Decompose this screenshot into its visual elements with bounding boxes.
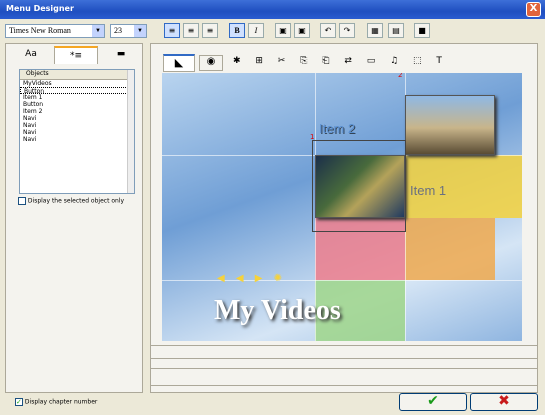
bring-front-button[interactable]: ▣ [275, 23, 291, 38]
display-chapter-label: Display chapter number [24, 398, 98, 406]
grid-icon: ▦ [371, 26, 379, 35]
list-item[interactable]: Item 1 [20, 94, 134, 101]
font-size-select[interactable]: 23 ▼ [110, 24, 147, 38]
display-chapter-checkbox[interactable]: ✓ [15, 398, 23, 406]
grid-line [162, 280, 522, 281]
align-right-icon: ≡ [206, 26, 214, 35]
left-panel: Aa *≡ ▬ Objects MyVideos Button Item 1 B… [5, 43, 143, 393]
display-chapter-option[interactable]: ✓ Display chapter number [15, 398, 97, 406]
preview-tool[interactable]: ◉ [199, 55, 223, 71]
menu-canvas[interactable]: Item 2 Item 1 1 2 ◀ ◀ ▶ ✺ My Videos [162, 73, 522, 341]
selection-box[interactable] [312, 140, 406, 232]
align-left-button[interactable]: ≡ [164, 23, 180, 38]
font-select[interactable]: Times New Roman ▼ [5, 24, 105, 38]
chevron-down-icon[interactable]: ▼ [134, 25, 146, 37]
background-icon: ▬ [116, 49, 126, 59]
undo-button[interactable]: ↶ [320, 23, 336, 38]
font-size-value: 23 [114, 26, 122, 35]
align-right-button[interactable]: ≡ [202, 23, 218, 38]
close-icon: ✖ [498, 393, 510, 409]
list-item[interactable]: Button [20, 87, 134, 95]
window-title: Menu Designer [6, 4, 74, 13]
window-titlebar: Menu Designer X [0, 0, 545, 19]
ok-button[interactable]: ✔ [399, 393, 467, 411]
list-item[interactable]: Navi [20, 129, 134, 136]
display-selected-option[interactable]: Display the selected object only [18, 197, 124, 205]
align-center-icon: ≡ [187, 26, 195, 35]
redo-button[interactable]: ↷ [339, 23, 355, 38]
undo-icon: ↶ [324, 26, 332, 35]
tab-background[interactable]: ▬ [106, 46, 136, 64]
edit-tools[interactable]: ✱ ⊞ ✂ ⎘ ⎗ ⇄ ▭ ♫ ⬚ T [233, 56, 448, 66]
italic-button[interactable]: I [248, 23, 264, 38]
nav-arrows[interactable]: ◀ ◀ ▶ ✺ [217, 273, 286, 284]
objects-header: Objects [20, 70, 134, 80]
list-item[interactable]: Item 2 [20, 108, 134, 115]
check-icon: ✔ [427, 393, 439, 409]
marker-1: 1 [310, 133, 315, 141]
tv-icon: ▤ [392, 26, 400, 35]
display-selected-label: Display the selected object only [27, 197, 125, 205]
list-item[interactable]: Navi [20, 136, 134, 143]
color-cell [405, 218, 495, 280]
list-item[interactable]: Navi [20, 122, 134, 129]
grid-button[interactable]: ▦ [367, 23, 383, 38]
timeline-bar[interactable] [150, 345, 538, 359]
list-item[interactable]: Button [20, 101, 134, 108]
list-item[interactable]: Navi [20, 115, 134, 122]
item2-label[interactable]: Item 2 [319, 121, 355, 136]
tab-objects[interactable]: *≡ [54, 46, 98, 64]
send-back-button[interactable]: ▣ [294, 23, 310, 38]
menu-title[interactable]: My Videos [214, 295, 341, 327]
select-tool[interactable]: ◣ [163, 54, 195, 72]
timeline-bar[interactable] [150, 368, 538, 386]
align-center-button[interactable]: ≡ [183, 23, 199, 38]
bring-front-icon: ▣ [279, 26, 287, 35]
objects-list[interactable]: Objects MyVideos Button Item 1 Button It… [19, 69, 135, 194]
font-value: Times New Roman [9, 26, 71, 35]
objects-scrollbar[interactable] [127, 70, 134, 193]
marker-2: 2 [398, 73, 403, 79]
redo-icon: ↷ [343, 26, 351, 35]
close-button[interactable]: X [526, 2, 541, 17]
eye-icon: ◉ [206, 56, 216, 67]
display-selected-checkbox[interactable] [18, 197, 26, 205]
thumbnail-castle[interactable] [405, 95, 495, 155]
send-back-icon: ▣ [298, 26, 306, 35]
item1-label[interactable]: Item 1 [410, 183, 446, 198]
bold-button[interactable]: B [229, 23, 245, 38]
align-left-icon: ≡ [168, 26, 176, 35]
pointer-icon: ◣ [174, 56, 184, 69]
save-button[interactable]: ■ [414, 23, 430, 38]
list-item[interactable]: MyVideos [20, 80, 134, 87]
safe-zone-button[interactable]: ▤ [388, 23, 404, 38]
cancel-button[interactable]: ✖ [470, 393, 538, 411]
chevron-down-icon[interactable]: ▼ [92, 25, 104, 37]
save-icon: ■ [418, 26, 426, 35]
tab-text[interactable]: Aa [16, 46, 46, 64]
